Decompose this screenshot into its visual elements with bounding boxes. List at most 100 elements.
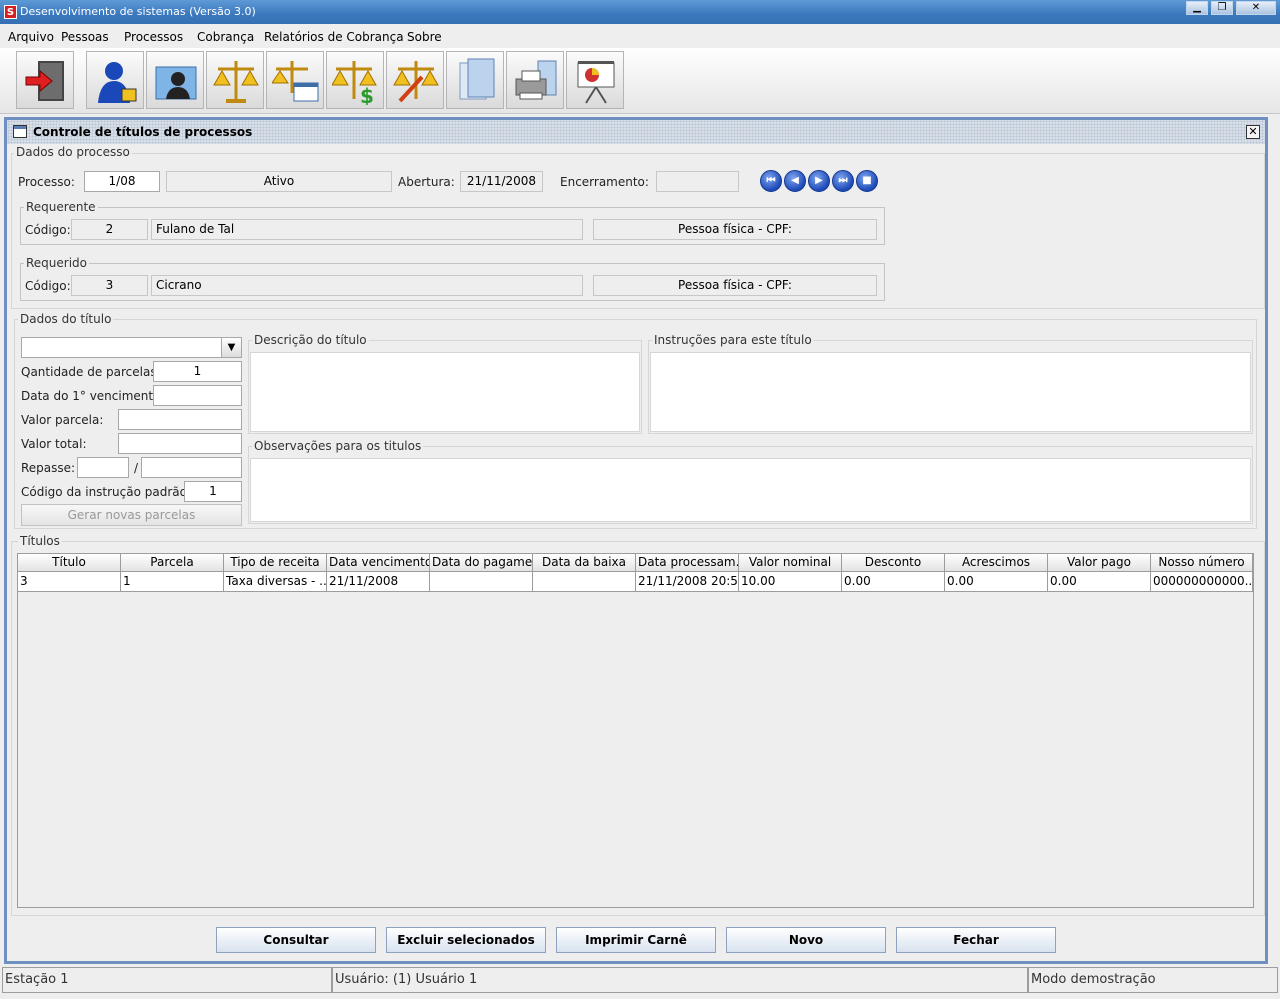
print-button[interactable]: [506, 51, 564, 109]
requerido-codigo-field: 3: [71, 275, 148, 296]
menu-bar: Arquivo Pessoas Processos Cobrança Relat…: [0, 26, 1280, 48]
table-cell[interactable]: 21/11/2008: [327, 572, 430, 592]
valor-parcela-label: Valor parcela:: [21, 413, 104, 427]
menu-arquivo[interactable]: Arquivo: [8, 30, 54, 44]
instrucoes-legend: Instruções para este título: [652, 333, 814, 347]
processos-window-button[interactable]: [266, 51, 324, 109]
table-cell[interactable]: 0.00: [1048, 572, 1151, 592]
menu-sobre[interactable]: Sobre: [407, 30, 442, 44]
printer-icon: [515, 60, 557, 100]
column-header[interactable]: Data do pagame...: [430, 554, 533, 572]
data-vencimento-field[interactable]: [153, 385, 242, 406]
descricao-textarea[interactable]: [250, 352, 640, 432]
table-cell[interactable]: [430, 572, 533, 592]
novo-button[interactable]: Novo: [726, 927, 886, 953]
svg-text:$: $: [360, 84, 374, 105]
table-cell[interactable]: 0.00: [842, 572, 945, 592]
qtd-parcelas-label: Qantidade de parcelas:: [21, 365, 161, 379]
titulos-legend: Títulos: [18, 534, 62, 548]
instrucao-label: Código da instrução padrão:: [21, 485, 192, 499]
data-vencimento-label: Data do 1° vencimento:: [21, 389, 165, 403]
valor-total-field[interactable]: [118, 433, 242, 454]
tipo-receita-select[interactable]: ▼: [21, 337, 242, 358]
repasse-separator: /: [134, 461, 139, 475]
processo-field[interactable]: 1/08: [84, 171, 160, 192]
titulos-table[interactable]: Título Parcela Tipo de receita Data venc…: [17, 553, 1254, 908]
column-header[interactable]: Título: [18, 554, 121, 572]
menu-processos[interactable]: Processos: [124, 30, 183, 44]
presentation-button[interactable]: [566, 51, 624, 109]
repasse-label: Repasse:: [21, 461, 76, 475]
column-header[interactable]: Parcela: [121, 554, 224, 572]
encerramento-field: [656, 171, 739, 192]
chevron-down-icon[interactable]: ▼: [221, 338, 241, 357]
gerar-parcelas-button[interactable]: Gerar novas parcelas: [21, 504, 242, 526]
processos-button[interactable]: [206, 51, 264, 109]
table-cell[interactable]: 21/11/2008 20:5...: [636, 572, 739, 592]
table-cell[interactable]: 000000000000...: [1151, 572, 1253, 592]
window-icon: [13, 125, 27, 138]
requerente-codigo-label: Código:: [25, 223, 71, 237]
column-header[interactable]: Nosso número: [1151, 554, 1253, 572]
table-cell[interactable]: Taxa diversas - ...: [224, 572, 327, 592]
table-cell[interactable]: 10.00: [739, 572, 842, 592]
scales-money-icon: $: [332, 61, 377, 105]
table-cell[interactable]: 1: [121, 572, 224, 592]
column-header[interactable]: Data vencimento: [327, 554, 430, 572]
menu-relatorios[interactable]: Relatórios de Cobrança: [264, 30, 404, 44]
column-header[interactable]: Valor pago: [1048, 554, 1151, 572]
status-field: Ativo: [166, 171, 392, 192]
pessoas-button[interactable]: [86, 51, 144, 109]
scales-icon: [213, 61, 259, 103]
consultar-button[interactable]: Consultar: [216, 927, 376, 953]
exit-door-icon: [25, 61, 64, 101]
requerido-codigo-label: Código:: [25, 279, 71, 293]
instrucoes-textarea[interactable]: [650, 352, 1251, 432]
column-header[interactable]: Acrescimos: [945, 554, 1048, 572]
status-modo: Modo demostração: [1028, 967, 1278, 993]
abertura-label: Abertura:: [398, 175, 455, 189]
menu-cobranca[interactable]: Cobrança: [197, 30, 254, 44]
frame-close-icon[interactable]: ✕: [1246, 125, 1260, 139]
desktop-scrollbar[interactable]: [1270, 117, 1280, 964]
qtd-parcelas-field[interactable]: 1: [153, 361, 242, 382]
pessoa-folder-button[interactable]: [146, 51, 204, 109]
close-window-button[interactable]: ✕: [1236, 1, 1276, 15]
minimize-button[interactable]: ▁: [1186, 1, 1208, 15]
next-record-icon[interactable]: ▶: [808, 170, 830, 192]
record-navigator: ⏮ ◀ ▶ ⏭ ■: [760, 170, 882, 192]
exit-button[interactable]: [16, 51, 74, 109]
first-record-icon[interactable]: ⏮: [760, 170, 782, 192]
observacoes-textarea[interactable]: [250, 458, 1251, 522]
restore-button[interactable]: ❐: [1211, 1, 1233, 15]
column-header[interactable]: Desconto: [842, 554, 945, 572]
column-header[interactable]: Tipo de receita: [224, 554, 327, 572]
repasse-field-b[interactable]: [141, 457, 242, 478]
fechar-button[interactable]: Fechar: [896, 927, 1056, 953]
descricao-legend: Descrição do título: [252, 333, 369, 347]
status-estacao: Estação 1: [2, 967, 332, 993]
documents-button[interactable]: [446, 51, 504, 109]
cobranca-button[interactable]: $: [326, 51, 384, 109]
table-cell[interactable]: 0.00: [945, 572, 1048, 592]
last-record-icon[interactable]: ⏭: [832, 170, 854, 192]
user-folder-icon: [155, 66, 197, 100]
imprimir-carne-button[interactable]: Imprimir Carnê: [556, 927, 716, 953]
scales-window-icon: [272, 61, 319, 102]
excluir-selecionados-button[interactable]: Excluir selecionados: [386, 927, 546, 953]
column-header[interactable]: Data da baixa: [533, 554, 636, 572]
repasse-field-a[interactable]: [77, 457, 129, 478]
valor-parcela-field[interactable]: [118, 409, 242, 430]
processos-edit-button[interactable]: [386, 51, 444, 109]
column-header[interactable]: Valor nominal: [739, 554, 842, 572]
stop-icon[interactable]: ■: [856, 170, 878, 192]
valor-total-label: Valor total:: [21, 437, 87, 451]
table-cell[interactable]: 3: [18, 572, 121, 592]
column-header[interactable]: Data processam...: [636, 554, 739, 572]
processo-label: Processo:: [18, 175, 75, 189]
instrucao-field[interactable]: 1: [184, 481, 242, 502]
previous-record-icon[interactable]: ◀: [784, 170, 806, 192]
menu-pessoas[interactable]: Pessoas: [61, 30, 109, 44]
table-cell[interactable]: [533, 572, 636, 592]
toolbar: $: [0, 48, 1280, 114]
